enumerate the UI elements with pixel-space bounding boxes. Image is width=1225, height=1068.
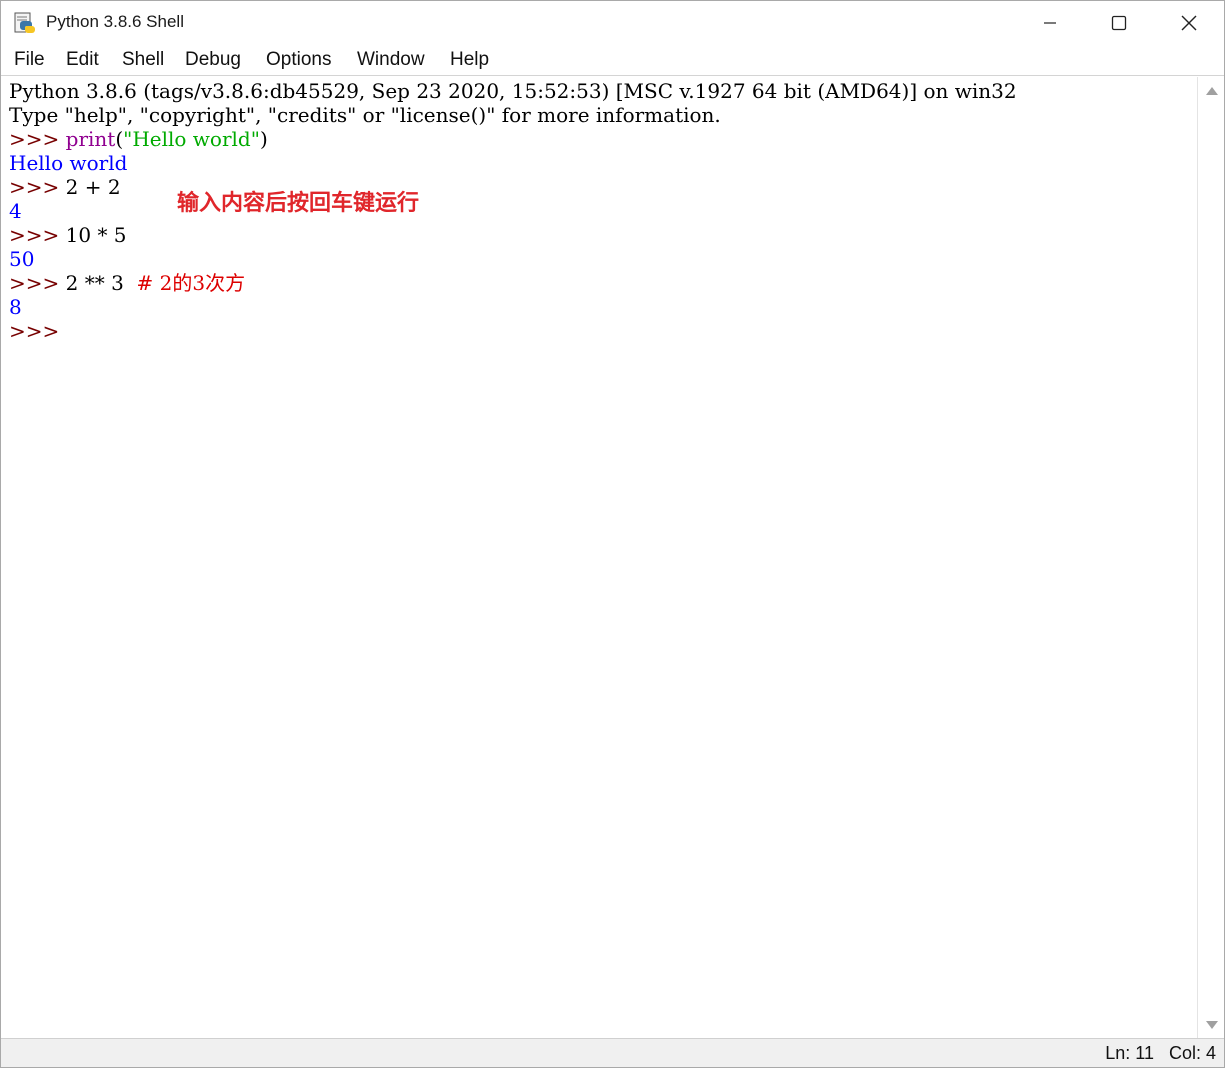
status-bar: Ln: 11 Col: 4: [1, 1038, 1224, 1067]
menu-help[interactable]: Help: [450, 49, 489, 71]
final-prompt[interactable]: >>>: [9, 319, 59, 343]
output-line-1: Hello world: [9, 151, 128, 175]
code-comment: # 2的3次方: [136, 271, 246, 295]
menu-shell[interactable]: Shell: [122, 49, 164, 71]
menu-options[interactable]: Options: [266, 49, 331, 71]
minimize-button[interactable]: [1015, 1, 1085, 45]
banner-line-1: Python 3.8.6 (tags/v3.8.6:db45529, Sep 2…: [9, 79, 1017, 103]
prompt: >>>: [9, 127, 66, 151]
menu-file[interactable]: File: [14, 49, 45, 71]
paren-open: (: [115, 127, 124, 151]
prompt: >>>: [9, 175, 66, 199]
window-title: Python 3.8.6 Shell: [46, 12, 184, 31]
input-line-4: >>> 2 ** 3 # 2的3次方: [9, 271, 245, 295]
paren-close: ): [259, 127, 268, 151]
maximize-button[interactable]: [1084, 1, 1154, 45]
output-line-4: 8: [9, 295, 22, 319]
output-line-2: 4: [9, 199, 22, 223]
menu-debug[interactable]: Debug: [185, 49, 241, 71]
python-idle-icon: [13, 11, 37, 35]
maximize-icon: [1111, 15, 1127, 31]
column-number-status: Col: 4: [1168, 1043, 1216, 1063]
command-text: 10 * 5: [65, 223, 127, 247]
shell-text-area[interactable]: Python 3.8.6 (tags/v3.8.6:db45529, Sep 2…: [3, 77, 1197, 1039]
line-number-status: Ln: 11: [1105, 1043, 1154, 1063]
output-line-3: 50: [9, 247, 35, 271]
string-literal: "Hello world": [123, 127, 260, 151]
close-icon: [1181, 15, 1197, 31]
title-bar[interactable]: Python 3.8.6 Shell: [1, 1, 1224, 45]
scroll-up-icon[interactable]: [1206, 87, 1218, 95]
prompt: >>>: [9, 223, 66, 247]
close-button[interactable]: [1154, 1, 1224, 45]
scroll-down-icon[interactable]: [1206, 1021, 1218, 1029]
command-text: 2 ** 3: [65, 271, 137, 295]
vertical-scrollbar[interactable]: [1197, 77, 1224, 1039]
annotation-label: 输入内容后按回车键运行: [177, 191, 420, 216]
menu-bar: File Edit Shell Debug Options Window Hel…: [1, 45, 1224, 76]
command-text: 2 + 2: [65, 175, 121, 199]
idle-shell-window: Python 3.8.6 Shell File Edit Shell Debug…: [0, 0, 1225, 1068]
minimize-icon: [1044, 22, 1056, 24]
input-line-1: >>> print("Hello world"): [9, 127, 268, 151]
input-line-3: >>> 10 * 5: [9, 223, 127, 247]
menu-edit[interactable]: Edit: [66, 49, 99, 71]
banner-line-2: Type "help", "copyright", "credits" or "…: [9, 103, 721, 127]
menu-window[interactable]: Window: [357, 49, 425, 71]
input-line-2: >>> 2 + 2: [9, 175, 121, 199]
prompt: >>>: [9, 271, 66, 295]
builtin-print: print: [65, 127, 116, 151]
